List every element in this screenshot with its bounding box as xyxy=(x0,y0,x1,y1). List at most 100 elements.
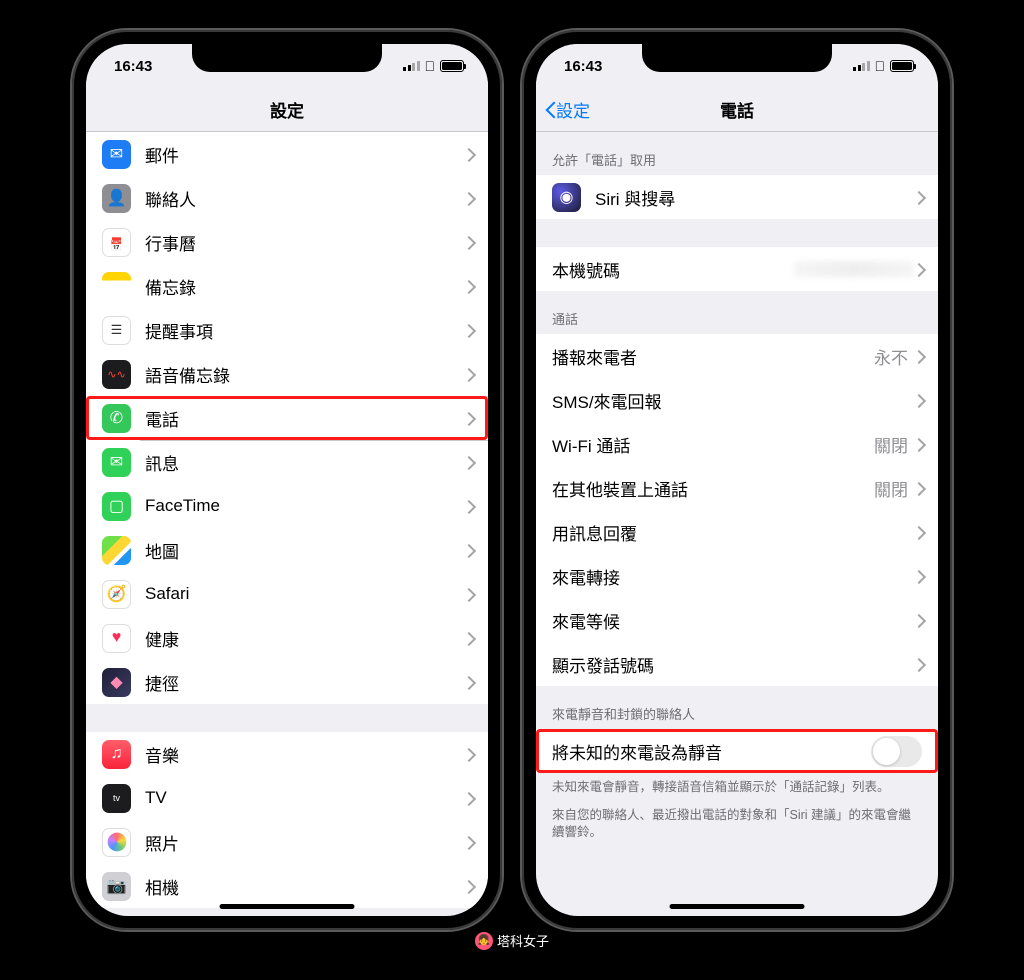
phone-settings[interactable]: 允許「電話」取用 ◉ Siri 與搜尋 本機號碼 通話 播報來電者 xyxy=(536,132,938,916)
row-voicememos[interactable]: ∿∿ 語音備忘錄 xyxy=(86,352,488,396)
row-notes[interactable]: 備忘錄 xyxy=(86,264,488,308)
row-call-forwarding[interactable]: 來電轉接 xyxy=(536,554,938,598)
screen-left: 16:43 􀙇 設定 ✉︎ 郵件 👤 聯絡人 xyxy=(86,44,488,916)
row-label: 行事曆 xyxy=(145,230,464,255)
battery-icon xyxy=(440,60,464,72)
siri-icon: ◉ xyxy=(552,183,581,212)
chevron-right-icon xyxy=(914,350,922,363)
status-indicators: 􀙇 xyxy=(853,58,914,74)
row-label: Siri 與搜尋 xyxy=(595,185,914,210)
row-announce-calls[interactable]: 播報來電者 永不 xyxy=(536,334,938,378)
row-camera[interactable]: 📷 相機 xyxy=(86,864,488,908)
status-time: 16:43 xyxy=(114,58,152,75)
row-calendar[interactable]: ▬📅 行事曆 xyxy=(86,220,488,264)
row-label: 相機 xyxy=(145,874,464,899)
chevron-right-icon xyxy=(464,236,472,249)
row-shortcuts[interactable]: ◆ 捷徑 xyxy=(86,660,488,704)
shortcuts-icon: ◆ xyxy=(102,668,131,697)
chevron-right-icon xyxy=(464,456,472,469)
row-label: 聯絡人 xyxy=(145,186,464,211)
row-label: SMS/來電回報 xyxy=(552,388,914,413)
row-wifi-calling[interactable]: Wi-Fi 通話 關閉 xyxy=(536,422,938,466)
row-label: 捷徑 xyxy=(145,670,464,695)
contacts-icon: 👤 xyxy=(102,184,131,213)
row-label: Safari xyxy=(145,584,464,604)
row-label: 音樂 xyxy=(145,742,464,767)
signal-icon xyxy=(403,61,420,71)
phone-right: 16:43 􀙇 設定 電話 允許「電話」取用 ◉ Siri 與搜尋 xyxy=(522,30,952,930)
tv-icon: tv xyxy=(102,784,131,813)
row-label: 提醒事項 xyxy=(145,318,464,343)
chevron-right-icon xyxy=(914,614,922,627)
row-label: 照片 xyxy=(145,830,464,855)
silence-unknown-toggle[interactable] xyxy=(871,736,922,767)
settings-list[interactable]: ✉︎ 郵件 👤 聯絡人 ▬📅 行事曆 xyxy=(86,132,488,916)
chevron-right-icon xyxy=(914,482,922,495)
row-music[interactable]: ♫ 音樂 xyxy=(86,732,488,776)
row-label: 顯示發話號碼 xyxy=(552,652,914,677)
phone-left: 16:43 􀙇 設定 ✉︎ 郵件 👤 聯絡人 xyxy=(72,30,502,930)
row-label: 郵件 xyxy=(145,142,464,167)
row-health[interactable]: ♥︎ 健康 xyxy=(86,616,488,660)
row-label: 來電轉接 xyxy=(552,564,914,589)
row-label: 用訊息回覆 xyxy=(552,520,914,545)
row-siri[interactable]: ◉ Siri 與搜尋 xyxy=(536,175,938,219)
row-other-devices[interactable]: 在其他裝置上通話 關閉 xyxy=(536,466,938,510)
row-contacts[interactable]: 👤 聯絡人 xyxy=(86,176,488,220)
home-indicator xyxy=(220,904,355,909)
battery-icon xyxy=(890,60,914,72)
row-label: 地圖 xyxy=(145,538,464,563)
row-label: 健康 xyxy=(145,626,464,651)
voicememos-icon: ∿∿ xyxy=(102,360,131,389)
row-my-number[interactable]: 本機號碼 xyxy=(536,247,938,291)
chevron-right-icon xyxy=(464,792,472,805)
screen-right: 16:43 􀙇 設定 電話 允許「電話」取用 ◉ Siri 與搜尋 xyxy=(536,44,938,916)
row-sms-reporting[interactable]: SMS/來電回報 xyxy=(536,378,938,422)
health-icon: ♥︎ xyxy=(102,624,131,653)
row-label: 在其他裝置上通話 xyxy=(552,476,874,501)
safari-icon: 🧭 xyxy=(102,580,131,609)
back-button[interactable]: 設定 xyxy=(544,97,590,122)
row-maps[interactable]: 地圖 xyxy=(86,528,488,572)
row-mail[interactable]: ✉︎ 郵件 xyxy=(86,132,488,176)
chevron-right-icon xyxy=(914,570,922,583)
chevron-right-icon xyxy=(464,632,472,645)
music-icon: ♫ xyxy=(102,740,131,769)
phone-number-value xyxy=(794,261,914,277)
row-photos[interactable]: 照片 xyxy=(86,820,488,864)
row-label: 電話 xyxy=(145,406,464,431)
chevron-right-icon xyxy=(464,412,472,425)
notch xyxy=(642,44,832,72)
facetime-icon: ▢ xyxy=(102,492,131,521)
row-label: TV xyxy=(145,788,464,808)
chevron-right-icon xyxy=(914,263,922,276)
chevron-right-icon xyxy=(464,368,472,381)
row-tv[interactable]: tv TV xyxy=(86,776,488,820)
chevron-right-icon xyxy=(464,748,472,761)
group-footer: 未知來電會靜音，轉接語音信箱並顯示於「通話記錄」列表。 xyxy=(536,773,938,801)
row-facetime[interactable]: ▢ FaceTime xyxy=(86,484,488,528)
chevron-right-icon xyxy=(914,438,922,451)
row-messages[interactable]: ✉︎ 訊息 xyxy=(86,440,488,484)
row-value: 永不 xyxy=(874,344,908,369)
chevron-right-icon xyxy=(914,526,922,539)
chevron-right-icon xyxy=(464,880,472,893)
row-show-caller-id[interactable]: 顯示發話號碼 xyxy=(536,642,938,686)
row-label: 訊息 xyxy=(145,450,464,475)
row-safari[interactable]: 🧭 Safari xyxy=(86,572,488,616)
row-label: Wi-Fi 通話 xyxy=(552,432,874,457)
row-reminders[interactable]: ☰ 提醒事項 xyxy=(86,308,488,352)
row-respond-text[interactable]: 用訊息回覆 xyxy=(536,510,938,554)
wifi-icon: 􀙇 xyxy=(875,58,886,74)
chevron-right-icon xyxy=(464,280,472,293)
row-label: FaceTime xyxy=(145,496,464,516)
status-time: 16:43 xyxy=(564,58,602,75)
row-call-waiting[interactable]: 來電等候 xyxy=(536,598,938,642)
mail-icon: ✉︎ xyxy=(102,140,131,169)
row-silence-unknown[interactable]: 將未知的來電設為靜音 xyxy=(536,729,938,773)
phone-icon: ✆ xyxy=(102,404,131,433)
chevron-right-icon xyxy=(464,676,472,689)
signal-icon xyxy=(853,61,870,71)
row-phone[interactable]: ✆ 電話 xyxy=(86,396,488,440)
photos-icon xyxy=(102,828,131,857)
